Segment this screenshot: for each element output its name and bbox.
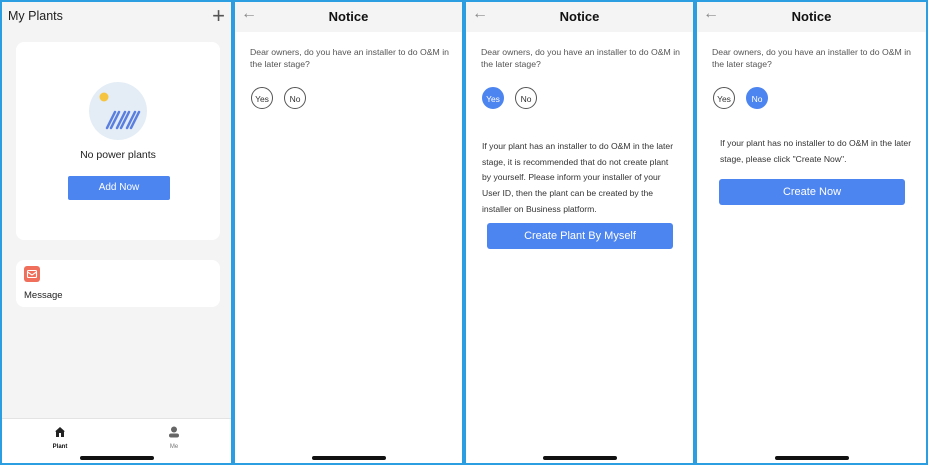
page-title: Notice — [328, 9, 369, 24]
page-title: Notice — [559, 9, 600, 24]
message-card[interactable]: Message — [16, 260, 220, 307]
info-text: If your plant has an installer to do O&M… — [482, 141, 674, 214]
empty-state-text: No power plants — [80, 149, 156, 161]
empty-plants-card: No power plants Add Now — [16, 42, 220, 240]
tab-me-label: Me — [169, 444, 179, 450]
header: ← Notice — [697, 2, 926, 32]
add-now-button[interactable]: Add Now — [68, 176, 170, 200]
no-option[interactable]: No — [746, 87, 768, 109]
home-indicator — [774, 456, 849, 460]
tab-plant[interactable]: Plant — [40, 425, 80, 450]
notice-screen-no: ← Notice Dear owners, do you have an ins… — [697, 2, 926, 463]
solar-panel-illustration — [89, 82, 147, 140]
yes-option[interactable]: Yes — [251, 87, 273, 109]
my-plants-screen: My Plants + No power plants Add Now Mess… — [2, 2, 231, 463]
message-label: Message — [24, 290, 63, 301]
create-now-button[interactable]: Create Now — [719, 179, 905, 205]
header: ← Notice — [235, 2, 462, 32]
yes-option[interactable]: Yes — [713, 87, 735, 109]
home-indicator — [542, 456, 617, 460]
notice-screen-initial: ← Notice Dear owners, do you have an ins… — [235, 2, 462, 463]
info-text: If your plant has no installer to do O&M… — [720, 138, 912, 164]
notice-screen-yes: ← Notice Dear owners, do you have an ins… — [466, 2, 693, 463]
home-indicator — [79, 456, 154, 460]
header: ← Notice — [466, 2, 693, 32]
page-title: My Plants — [8, 9, 63, 23]
page-title: Notice — [791, 9, 832, 24]
tab-plant-label: Plant — [52, 444, 68, 450]
user-icon — [169, 426, 179, 438]
question-text: Dear owners, do you have an installer to… — [481, 47, 680, 69]
home-indicator — [311, 456, 386, 460]
no-option[interactable]: No — [515, 87, 537, 109]
home-icon — [55, 427, 65, 437]
message-icon — [24, 266, 40, 282]
tab-me[interactable]: Me — [154, 425, 194, 450]
question-text: Dear owners, do you have an installer to… — [250, 47, 449, 69]
yes-option[interactable]: Yes — [482, 87, 504, 109]
create-plant-by-myself-button[interactable]: Create Plant By Myself — [487, 223, 673, 249]
plus-icon[interactable]: + — [212, 3, 225, 29]
no-option[interactable]: No — [284, 87, 306, 109]
question-text: Dear owners, do you have an installer to… — [712, 47, 911, 69]
header: My Plants + — [2, 2, 231, 32]
